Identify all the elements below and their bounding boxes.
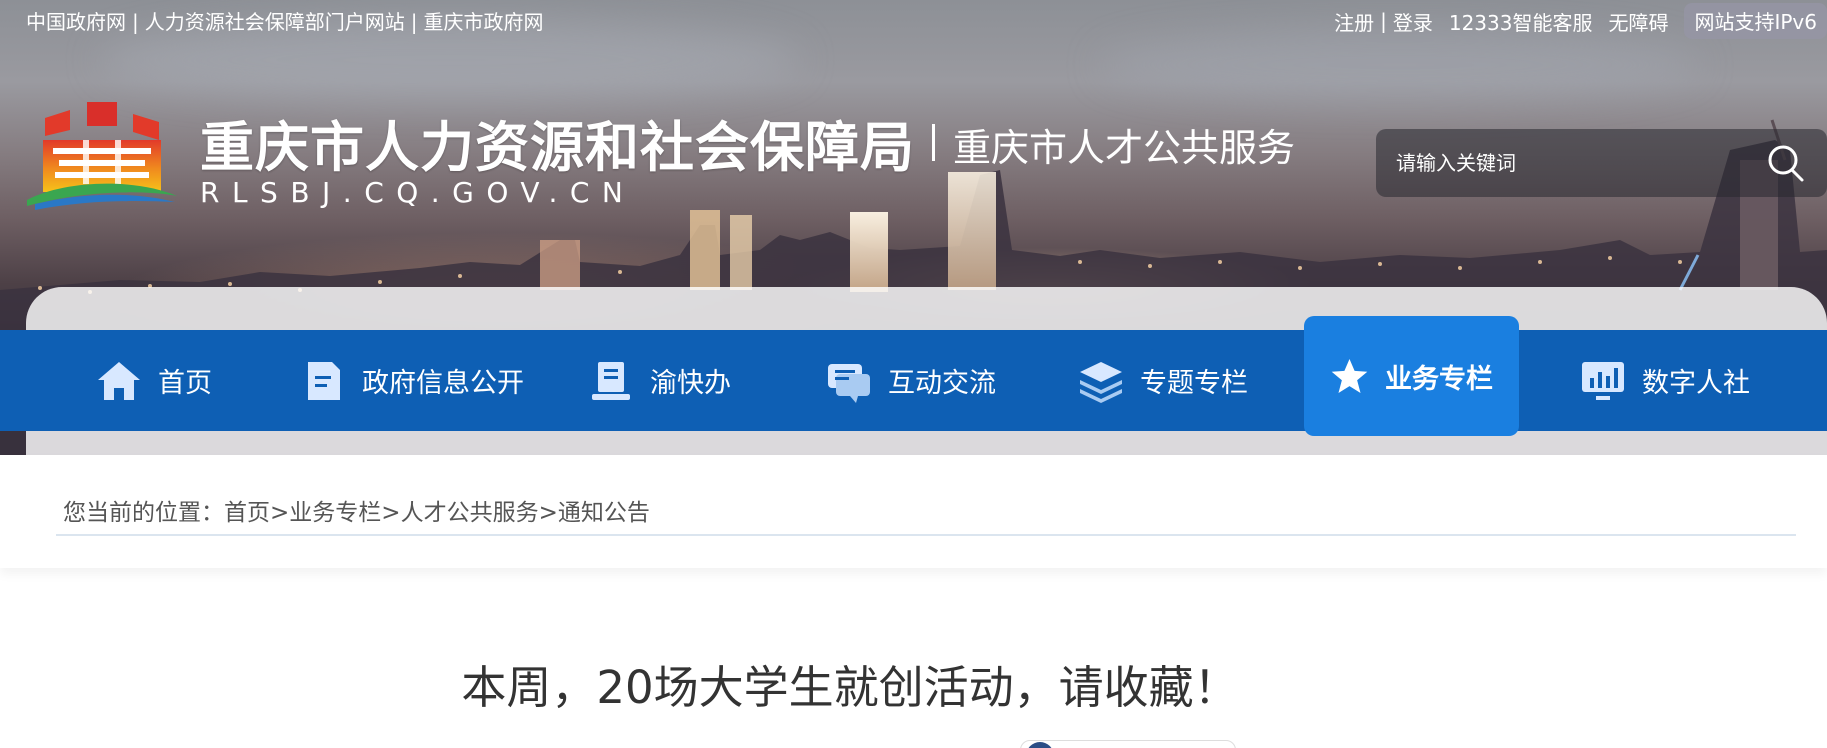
share-bar [1020,740,1236,748]
separator: | [410,10,418,34]
nav-label: 数字人社 [1642,368,1750,399]
book-stand-icon [592,361,630,400]
breadcrumb-separator: > [381,500,401,526]
monitor-chart-icon [1582,361,1624,400]
site-logo-icon[interactable] [25,100,179,212]
breadcrumb-business[interactable]: 业务专栏 [289,500,381,526]
breadcrumb-talent-service[interactable]: 人才公共服务 [401,500,539,526]
breadcrumb-divider [56,534,1796,536]
layers-icon [1080,361,1122,403]
nav-home[interactable]: 首页 [96,330,212,431]
nav-label: 渝快办 [650,368,731,399]
breadcrumb-separator: > [270,500,290,526]
nav-gov-info[interactable]: 政府信息公开 [300,330,524,431]
search-box [1376,129,1827,197]
nav-label: 首页 [158,368,212,399]
nav-label: 政府信息公开 [362,368,524,399]
nav-yukuaiban[interactable]: 渝快办 [588,330,731,431]
search-icon[interactable] [1765,143,1805,183]
header-banner: 中国政府网 | 人力资源社会保障部门户网站 | 重庆市政府网 注册 | 登录 12333… [0,0,1827,455]
link-cq-gov[interactable]: 重庆市政府网 [424,10,544,34]
nav-interaction[interactable]: 互动交流 [826,330,996,431]
article-title: 本周，20场大学生就创活动，请收藏！ [0,651,1700,716]
nav-special-topics[interactable]: 专题专栏 [1078,330,1248,431]
nav-digital-hr[interactable]: 数字人社 [1580,330,1750,431]
ipv6-badge: 网站支持IPv6 [1684,3,1827,39]
accessibility-link[interactable]: 无障碍 [1608,7,1668,36]
smart-service-link[interactable]: 12333智能客服 [1449,7,1593,36]
top-links: 中国政府网 | 人力资源社会保障部门户网站 | 重庆市政府网 [26,6,544,35]
home-icon [98,361,140,400]
search-input[interactable] [1396,143,1736,183]
main-nav: 首页 政府信息公开 渝快办 互动交流 专题专栏 业务专栏 数字人社 [0,316,1827,436]
breadcrumb-home[interactable]: 首页 [224,500,270,526]
nav-label: 专题专栏 [1140,368,1248,399]
login-link[interactable]: 登录 [1393,7,1433,36]
breadcrumb-prefix: 您当前的位置： [63,500,224,526]
breadcrumb-separator: > [538,500,558,526]
breadcrumb: 您当前的位置：首页>业务专栏>人才公共服务>通知公告 [63,493,650,527]
breadcrumb-notices[interactable]: 通知公告 [558,500,650,526]
top-right-links: 注册 | 登录 12333智能客服 无障碍 网站支持IPv6 [1334,3,1827,39]
separator: | [132,10,139,34]
site-title: 重庆市人力资源和社会保障局 [200,116,915,179]
document-icon [308,361,340,400]
register-link[interactable]: 注册 [1334,7,1374,36]
site-domain: RLSBJ.CQ.GOV.CN [200,176,636,209]
nav-label: 业务专栏 [1385,363,1493,395]
site-subtitle: 重庆市人才公共服务 [953,126,1296,170]
title-divider [932,124,935,161]
nav-business-column[interactable]: 业务专栏 [1304,316,1519,436]
separator: | [1380,9,1387,33]
nav-label: 互动交流 [888,368,996,399]
link-mohrss[interactable]: 人力资源社会保障部门户网站 [145,10,405,34]
article-title-text: 本周，20场大学生就创活动，请收藏！ [461,661,1239,714]
star-icon [1331,359,1368,393]
link-gov[interactable]: 中国政府网 [26,10,126,34]
chat-bubbles-icon [828,363,870,403]
